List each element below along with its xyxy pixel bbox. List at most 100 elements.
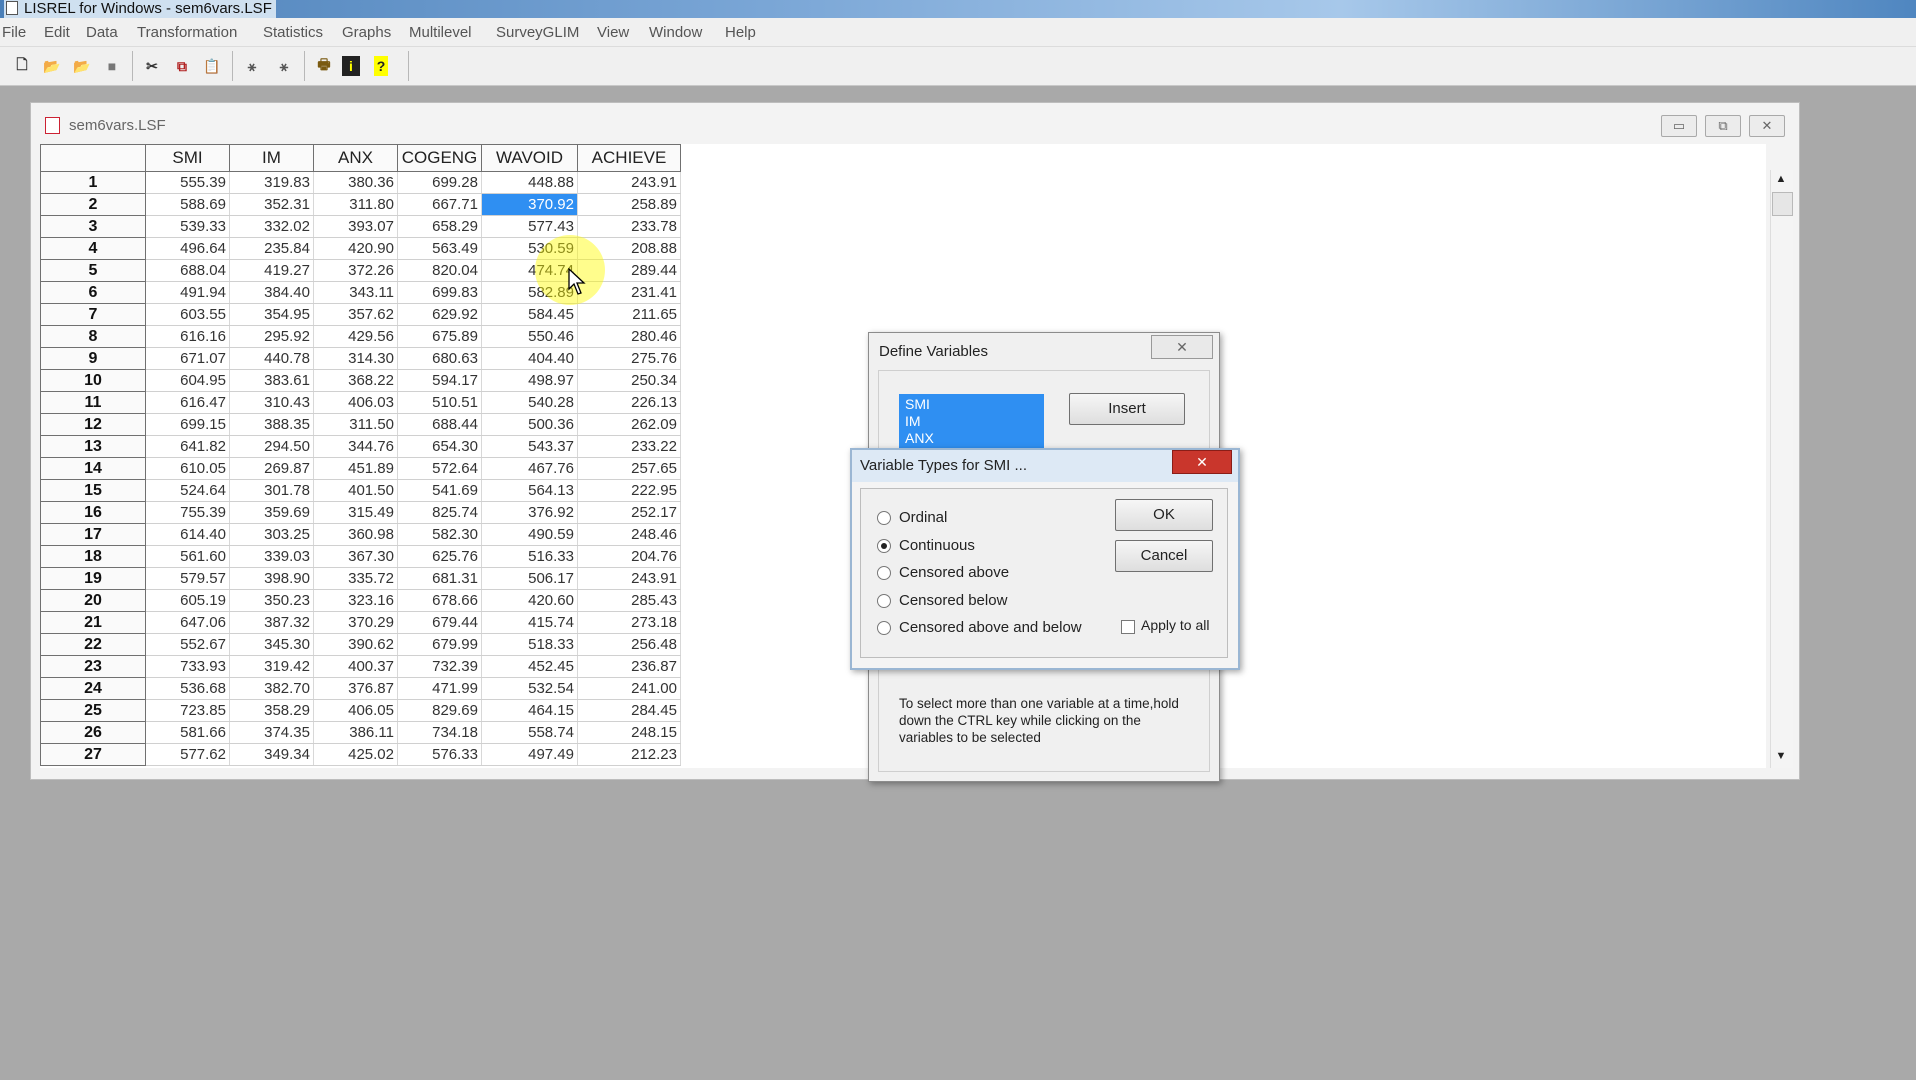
paste-icon[interactable]: 📋 [200,54,224,78]
data-cell[interactable]: 491.94 [145,281,230,304]
data-cell[interactable]: 675.89 [397,325,482,348]
maximize-button[interactable]: ⧉ [1705,115,1741,137]
data-cell[interactable]: 518.33 [481,633,578,656]
data-cell[interactable]: 314.30 [313,347,398,370]
new-icon[interactable]: 🗋 [10,54,34,78]
data-cell[interactable]: 310.43 [229,391,314,414]
data-cell[interactable]: 358.29 [229,699,314,722]
data-cell[interactable]: 532.54 [481,677,578,700]
data-cell[interactable]: 498.97 [481,369,578,392]
data-cell[interactable]: 539.33 [145,215,230,238]
data-cell[interactable]: 250.34 [577,369,681,392]
data-cell[interactable]: 241.00 [577,677,681,700]
menu-statistics[interactable]: Statistics [263,24,323,41]
row-header[interactable]: 24 [40,677,146,700]
data-cell[interactable]: 301.78 [229,479,314,502]
data-cell[interactable]: 572.64 [397,457,482,480]
data-cell[interactable]: 352.31 [229,193,314,216]
data-cell[interactable]: 243.91 [577,171,681,194]
data-cell[interactable]: 406.05 [313,699,398,722]
data-cell[interactable]: 370.92 [481,193,578,216]
data-cell[interactable]: 448.88 [481,171,578,194]
open-icon[interactable]: 📂 [40,54,64,78]
data-cell[interactable]: 658.29 [397,215,482,238]
data-cell[interactable]: 429.56 [313,325,398,348]
menu-help[interactable]: Help [725,24,756,41]
data-cell[interactable]: 319.83 [229,171,314,194]
close-button[interactable]: ✕ [1749,115,1785,137]
data-cell[interactable]: 516.33 [481,545,578,568]
define-variables-close-button[interactable]: ✕ [1151,335,1213,359]
radio-censored-above-and-below[interactable] [877,621,891,635]
variable-list[interactable]: SMI IM ANX [899,394,1044,450]
data-cell[interactable]: 679.44 [397,611,482,634]
data-cell[interactable]: 376.92 [481,501,578,524]
print-icon[interactable]: 🖶 [312,54,336,78]
data-cell[interactable]: 496.64 [145,237,230,260]
data-cell[interactable]: 335.72 [313,567,398,590]
data-cell[interactable]: 576.33 [397,743,482,766]
data-cell[interactable]: 311.80 [313,193,398,216]
data-cell[interactable]: 680.63 [397,347,482,370]
data-cell[interactable]: 384.40 [229,281,314,304]
data-cell[interactable]: 584.45 [481,303,578,326]
data-cell[interactable]: 258.89 [577,193,681,216]
data-cell[interactable]: 641.82 [145,435,230,458]
row-header[interactable]: 19 [40,567,146,590]
data-cell[interactable]: 383.61 [229,369,314,392]
row-header[interactable]: 23 [40,655,146,678]
data-cell[interactable]: 594.17 [397,369,482,392]
row-header[interactable]: 26 [40,721,146,744]
data-cell[interactable]: 398.90 [229,567,314,590]
column-header-cogeng[interactable]: COGENG [397,144,482,172]
copy-icon[interactable]: ⧉ [170,54,194,78]
data-cell[interactable]: 681.31 [397,567,482,590]
data-cell[interactable]: 688.44 [397,413,482,436]
data-cell[interactable]: 688.04 [145,259,230,282]
row-header[interactable]: 6 [40,281,146,304]
save-icon[interactable]: ■ [100,54,124,78]
row-header[interactable]: 3 [40,215,146,238]
data-cell[interactable]: 543.37 [481,435,578,458]
data-cell[interactable]: 625.76 [397,545,482,568]
data-cell[interactable]: 252.17 [577,501,681,524]
data-cell[interactable]: 603.55 [145,303,230,326]
menu-view[interactable]: View [597,24,629,41]
data-cell[interactable]: 555.39 [145,171,230,194]
data-cell[interactable]: 733.93 [145,655,230,678]
data-cell[interactable]: 339.03 [229,545,314,568]
data-cell[interactable]: 452.45 [481,655,578,678]
data-cell[interactable]: 451.89 [313,457,398,480]
data-cell[interactable]: 699.28 [397,171,482,194]
variable-list-item[interactable]: IM [905,413,1038,430]
data-cell[interactable]: 577.43 [481,215,578,238]
menu-window[interactable]: Window [649,24,702,41]
data-cell[interactable]: 420.60 [481,589,578,612]
open-data-icon[interactable]: 📂 [70,54,94,78]
data-cell[interactable]: 285.43 [577,589,681,612]
data-cell[interactable]: 506.17 [481,567,578,590]
data-cell[interactable]: 360.98 [313,523,398,546]
data-cell[interactable]: 280.46 [577,325,681,348]
data-cell[interactable]: 614.40 [145,523,230,546]
data-cell[interactable]: 415.74 [481,611,578,634]
row-header[interactable]: 21 [40,611,146,634]
cut-icon[interactable]: ✂ [140,54,164,78]
data-cell[interactable]: 387.32 [229,611,314,634]
row-header[interactable]: 9 [40,347,146,370]
data-cell[interactable]: 579.57 [145,567,230,590]
data-cell[interactable]: 699.15 [145,413,230,436]
data-cell[interactable]: 368.22 [313,369,398,392]
variable-list-item[interactable]: SMI [905,396,1038,413]
path-diagram-icon[interactable]: ⚹ [240,54,264,78]
data-cell[interactable]: 605.19 [145,589,230,612]
minimize-button[interactable]: ▭ [1661,115,1697,137]
data-cell[interactable]: 350.23 [229,589,314,612]
data-cell[interactable]: 490.59 [481,523,578,546]
data-cell[interactable]: 616.16 [145,325,230,348]
menu-edit[interactable]: Edit [44,24,70,41]
data-cell[interactable]: 755.39 [145,501,230,524]
data-cell[interactable]: 536.68 [145,677,230,700]
data-cell[interactable]: 464.15 [481,699,578,722]
data-cell[interactable]: 647.06 [145,611,230,634]
